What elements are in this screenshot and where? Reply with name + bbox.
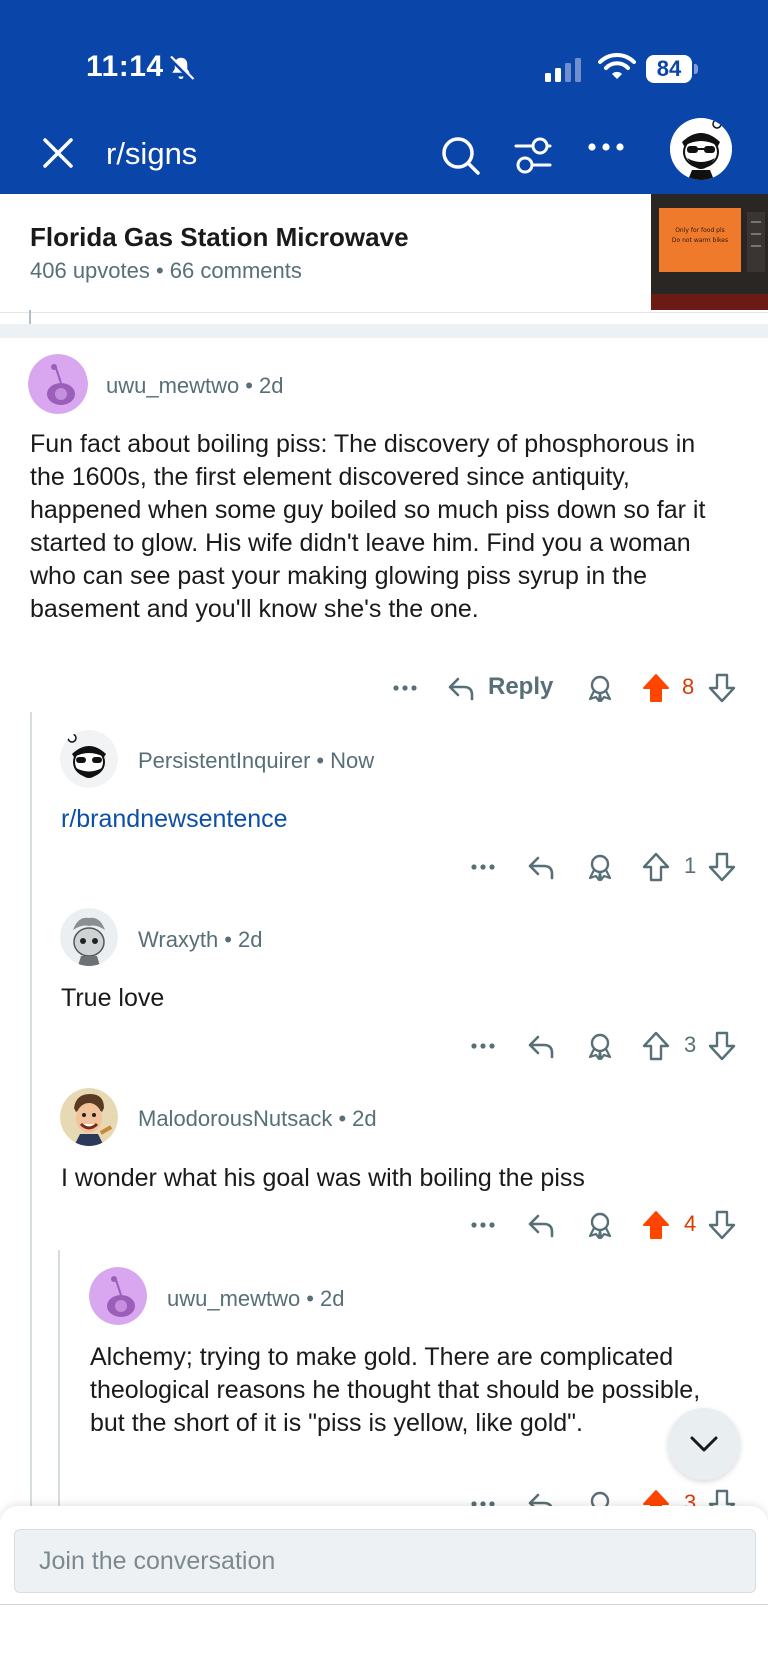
vote-count: 3 (684, 1032, 697, 1057)
thumb-sign-line-2: Do not warm bikes (672, 237, 728, 244)
more-icon[interactable] (392, 684, 418, 692)
comment-actions: 4 (470, 1207, 740, 1243)
wifi-icon (598, 52, 636, 79)
avatar[interactable] (60, 1088, 118, 1146)
post-meta: 406 upvotes • 66 comments (30, 258, 302, 283)
post-title[interactable]: Florida Gas Station Microwave (30, 222, 409, 253)
close-icon[interactable] (40, 135, 76, 171)
comment-author-line: Wraxyth • 2d (138, 927, 263, 952)
bottom-bar (0, 1604, 768, 1669)
upvote-icon[interactable] (642, 1210, 670, 1240)
upvote-icon[interactable] (642, 1031, 670, 1061)
user-avatar[interactable] (670, 118, 732, 180)
vote-count: 8 (682, 674, 695, 699)
downvote-icon[interactable] (708, 673, 736, 703)
comment-author[interactable]: MalodorousNutsack (138, 1106, 332, 1131)
more-icon[interactable] (470, 863, 496, 871)
chevron-down-icon (690, 1436, 718, 1452)
award-icon[interactable] (585, 1210, 615, 1240)
subreddit-name[interactable]: r/signs (106, 136, 197, 172)
reply-button[interactable]: Reply (488, 673, 553, 701)
comment-age: 2d (258, 373, 284, 398)
comment-age: Now (330, 748, 375, 773)
comment-author[interactable]: PersistentInquirer (138, 748, 310, 773)
comment-body: Fun fact about boiling piss: The discove… (30, 430, 706, 623)
comment-actions: 3 (470, 1028, 740, 1064)
avatar[interactable] (60, 730, 118, 788)
filter-icon[interactable] (512, 135, 554, 177)
award-icon[interactable] (585, 673, 615, 703)
downvote-icon[interactable] (708, 1210, 736, 1240)
thread-line (30, 712, 32, 1508)
comment-author-line: uwu_mewtwo • 2d (106, 373, 284, 398)
avatar[interactable] (28, 354, 88, 414)
top-header: 11:14 84 r/signs (0, 0, 768, 194)
comment-age: 2d (319, 1286, 345, 1311)
upvote-icon[interactable] (642, 852, 670, 882)
more-icon[interactable] (470, 1221, 496, 1229)
search-icon[interactable] (440, 135, 482, 177)
comment-author-line: PersistentInquirer • Now (138, 748, 375, 773)
scroll-down-button[interactable] (668, 1408, 740, 1480)
bell-off-icon (168, 55, 195, 82)
comment-body: I wonder what his goal was with boiling … (61, 1164, 585, 1192)
comment-body: True love (61, 984, 165, 1012)
reply-icon[interactable] (526, 1031, 556, 1061)
vote-count: 1 (684, 853, 697, 878)
downvote-icon[interactable] (708, 1031, 736, 1061)
comment-author[interactable]: uwu_mewtwo (106, 373, 239, 398)
award-icon[interactable] (585, 1031, 615, 1061)
battery-nub (694, 64, 698, 74)
comment-input-placeholder: Join the conversation (39, 1547, 276, 1575)
comment-author-line: MalodorousNutsack • 2d (138, 1106, 377, 1131)
comment-age: 2d (237, 927, 263, 952)
more-icon[interactable] (586, 140, 626, 154)
vote-count: 4 (684, 1211, 697, 1236)
avatar[interactable] (60, 908, 118, 966)
battery-indicator: 84 (646, 55, 692, 83)
signal-icon (545, 58, 581, 82)
comment-actions: 3 (470, 1486, 740, 1508)
upvote-icon[interactable] (642, 673, 670, 703)
comment-actions: 1 (470, 849, 740, 885)
reply-icon[interactable] (526, 1210, 556, 1240)
downvote-icon[interactable] (708, 852, 736, 882)
subreddit-link[interactable]: r/brandnewsentence (61, 803, 288, 836)
more-icon[interactable] (470, 1042, 496, 1050)
comment-author-line: uwu_mewtwo • 2d (167, 1286, 345, 1311)
award-icon[interactable] (585, 852, 615, 882)
thumb-sign-line-1: Only for food pls (675, 227, 725, 234)
comment-input[interactable]: Join the conversation (14, 1529, 756, 1593)
post-thumbnail[interactable]: Only for food pls Do not warm bikes (651, 194, 768, 310)
comment-actions: Reply 8 (390, 670, 740, 706)
comment-age: 2d (352, 1106, 377, 1131)
section-divider (0, 324, 768, 338)
thread-line (29, 310, 31, 324)
thread-line (58, 1250, 60, 1508)
comment-author[interactable]: Wraxyth (138, 927, 218, 952)
comment-body: Alchemy; trying to make gold. There are … (90, 1343, 701, 1437)
comment-author[interactable]: uwu_mewtwo (167, 1286, 300, 1311)
avatar[interactable] (89, 1267, 147, 1325)
reply-icon[interactable] (526, 852, 556, 882)
reply-icon[interactable] (446, 673, 476, 703)
status-time: 11:14 (86, 50, 164, 83)
